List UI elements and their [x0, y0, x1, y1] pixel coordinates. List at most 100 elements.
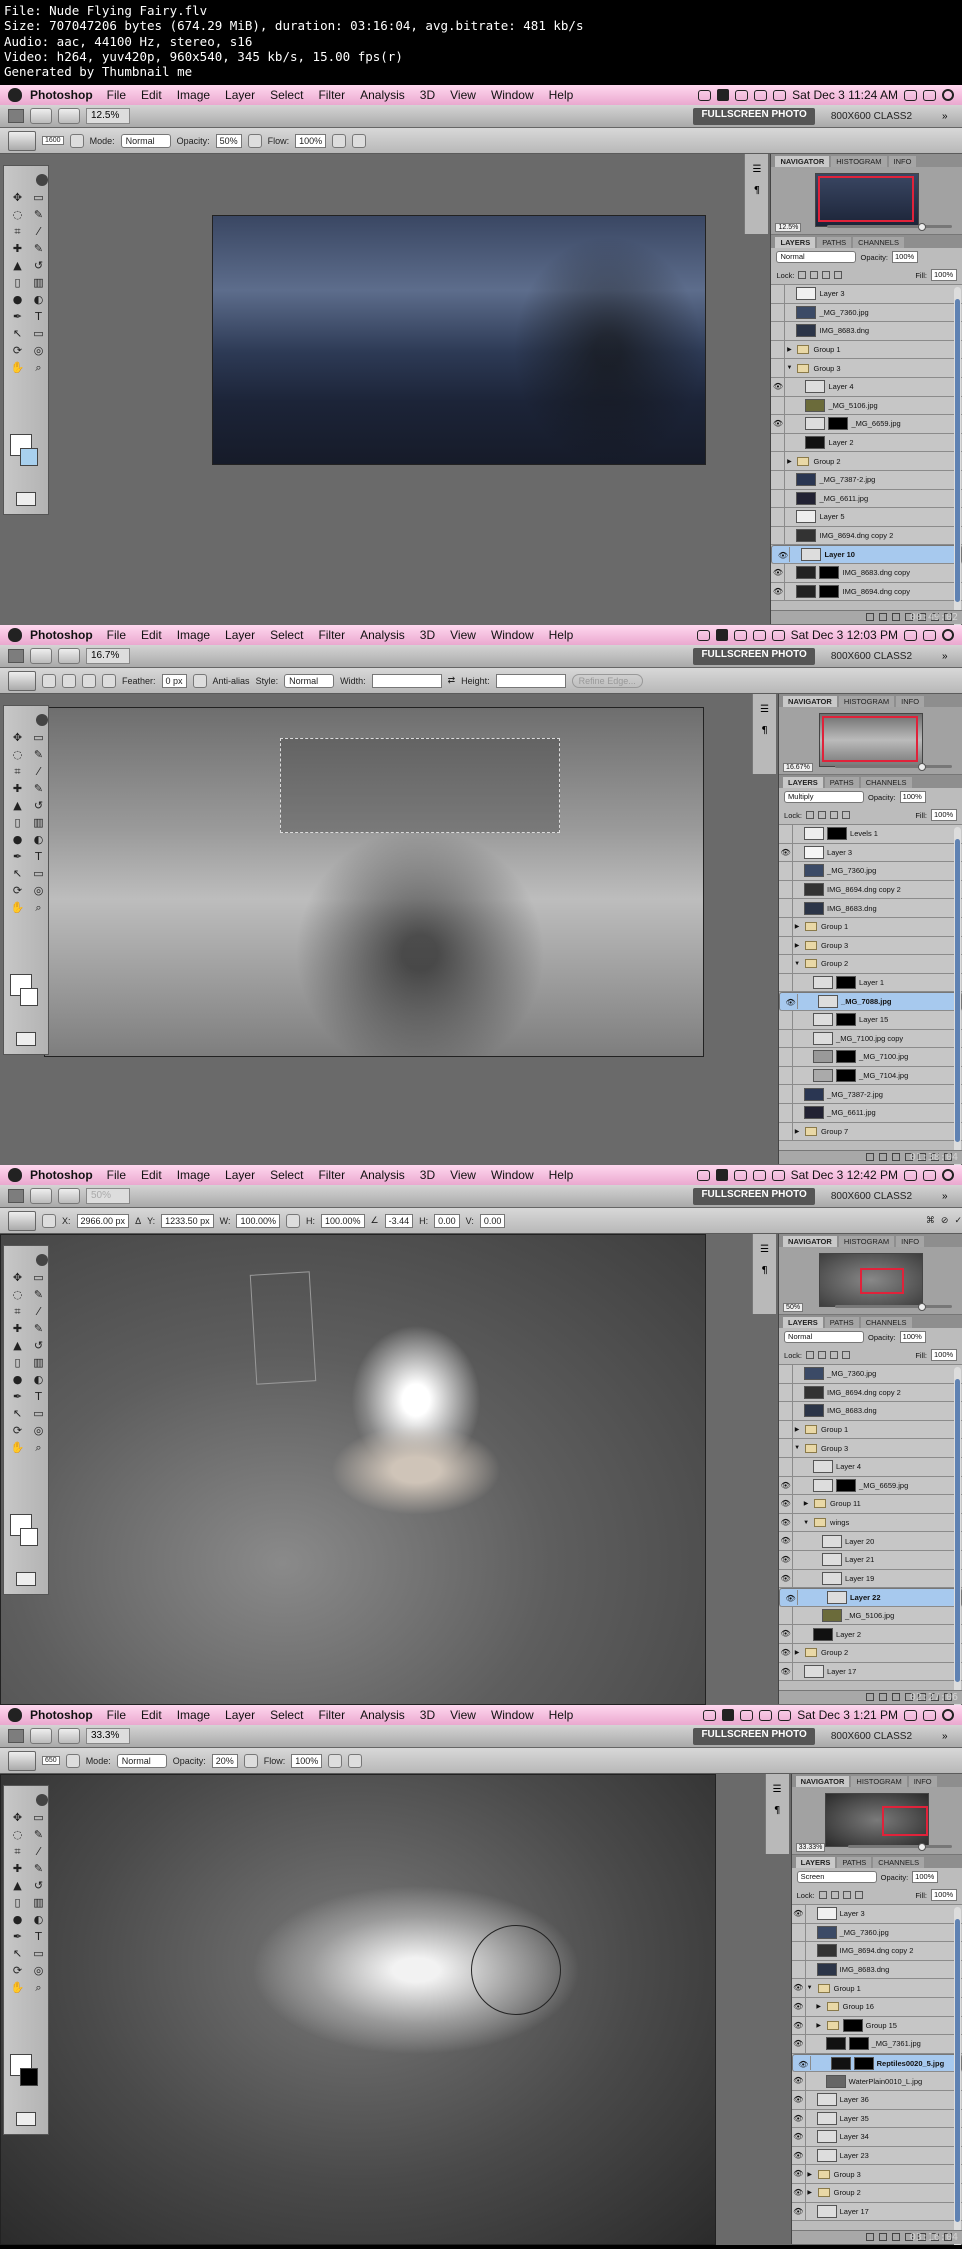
layer-thumbnail[interactable]: [816, 1907, 837, 1921]
menu-view[interactable]: View: [450, 628, 476, 642]
battery-icon[interactable]: [773, 89, 787, 101]
3d-orbit-tool-icon[interactable]: ◎: [29, 343, 48, 359]
visibility-eye-icon[interactable]: [792, 1960, 806, 1979]
group-collapsed-icon[interactable]: ▶: [806, 2189, 814, 2196]
app-menu[interactable]: Photoshop: [30, 1708, 93, 1722]
quick-mask-icon[interactable]: [16, 1032, 36, 1046]
navigator-view-box[interactable]: [882, 1806, 929, 1836]
eyedropper-tool-icon[interactable]: ⁄: [29, 764, 48, 780]
layer-row[interactable]: 👁 Layer 4: [771, 377, 962, 397]
quick-mask-icon[interactable]: [16, 1572, 36, 1586]
layer-thumbnail[interactable]: [825, 2074, 846, 2088]
visibility-eye-icon[interactable]: 👁: [792, 1905, 806, 1923]
document-canvas[interactable]: [0, 1774, 716, 2245]
blend-mode-select[interactable]: Normal: [784, 1331, 865, 1343]
menu-3d[interactable]: 3D: [420, 1168, 435, 1182]
navigator-zoom-slider[interactable]: [827, 225, 952, 228]
marquee-tool-icon[interactable]: ▭: [29, 730, 48, 746]
layer-row[interactable]: 👁 _MG_6659.jpg: [771, 415, 962, 434]
lock-pixels-icon[interactable]: [810, 271, 819, 279]
visibility-eye-icon[interactable]: 👁: [792, 1979, 806, 1997]
layer-mask-thumbnail[interactable]: [842, 2018, 863, 2032]
gradient-tool-icon[interactable]: ▥: [29, 1355, 48, 1371]
layer-thumbnail[interactable]: [804, 1087, 825, 1101]
dodge-tool-icon[interactable]: ◐: [29, 292, 48, 308]
layer-opacity-field[interactable]: 100%: [912, 1871, 939, 1883]
visibility-eye-icon[interactable]: [779, 899, 794, 917]
visibility-eye-icon[interactable]: 👁: [779, 1625, 794, 1643]
path-select-tool-icon[interactable]: ↖: [8, 326, 27, 342]
layer-thumbnail[interactable]: [796, 473, 817, 487]
view-extras-button[interactable]: [30, 648, 52, 664]
tab-navigator[interactable]: NAVIGATOR: [783, 1236, 837, 1247]
pen-tool-icon[interactable]: ✒: [8, 1389, 27, 1405]
badge-icon[interactable]: [722, 1709, 735, 1721]
layer-row[interactable]: _MG_7360.jpg: [771, 303, 962, 323]
visibility-eye-icon[interactable]: [771, 396, 786, 415]
layer-thumbnail[interactable]: [813, 976, 834, 990]
3d-rotate-tool-icon[interactable]: ⟳: [8, 343, 27, 359]
layer-row[interactable]: _MG_7360.jpg: [779, 1365, 962, 1384]
brush-opacity-field[interactable]: 20%: [211, 1753, 238, 1768]
visibility-eye-icon[interactable]: [779, 1103, 794, 1122]
y-field[interactable]: 1233.50 px: [161, 1213, 214, 1228]
layer-mask-thumbnail[interactable]: [819, 566, 840, 580]
tab-paths[interactable]: PATHS: [837, 1857, 872, 1868]
move-tool-icon[interactable]: ✥: [8, 730, 27, 746]
layer-fill-field[interactable]: 100%: [931, 269, 957, 281]
layer-thumbnail[interactable]: [818, 995, 839, 1009]
navigator-zoom-field[interactable]: 12.5%: [775, 223, 802, 232]
menu-analysis[interactable]: Analysis: [360, 1708, 405, 1722]
visibility-eye-icon[interactable]: [792, 1942, 806, 1960]
layer-row[interactable]: 👁 IMG_8694.dng copy: [771, 582, 962, 602]
layer-row[interactable]: Layer 15: [779, 1010, 962, 1030]
paragraph-dock-icon[interactable]: ¶: [753, 725, 776, 736]
group-collapsed-icon[interactable]: ▶: [815, 2003, 823, 2010]
airbrush-icon[interactable]: [332, 133, 347, 148]
navigator-zoom-field[interactable]: 50%: [783, 1303, 804, 1312]
tab-histogram[interactable]: HISTOGRAM: [838, 1236, 895, 1247]
layer-thumbnail[interactable]: [813, 1478, 834, 1492]
lock-transparency-icon[interactable]: [798, 271, 807, 279]
group-collapsed-icon[interactable]: ▶: [793, 1426, 801, 1433]
layers-scrollbar[interactable]: [954, 287, 961, 625]
zoom-level-field[interactable]: 16.7%: [86, 648, 130, 664]
layer-group-row[interactable]: 👁 ▶ Group 2: [791, 2183, 962, 2203]
menu-file[interactable]: File: [107, 88, 126, 102]
airbrush-icon[interactable]: [328, 1753, 343, 1768]
tools-collapse-icon[interactable]: [36, 1794, 48, 1806]
layer-mask-thumbnail[interactable]: [836, 976, 857, 990]
layer-row[interactable]: Layer 5: [771, 508, 962, 527]
app-menu[interactable]: Photoshop: [30, 88, 93, 102]
eraser-tool-icon[interactable]: ▯: [8, 1355, 27, 1371]
pressure-size-icon[interactable]: [352, 133, 367, 148]
layer-group-row[interactable]: ▼ Group 3: [771, 359, 962, 378]
shape-tool-icon[interactable]: ▭: [29, 326, 48, 342]
menu-edit[interactable]: Edit: [141, 1168, 162, 1182]
menu-view[interactable]: View: [450, 88, 476, 102]
hand-tool-icon[interactable]: ✋: [8, 1980, 27, 1996]
group-collapsed-icon[interactable]: ▶: [785, 346, 793, 353]
background-color-swatch[interactable]: [20, 2068, 38, 2086]
visibility-eye-icon[interactable]: 👁: [779, 1662, 794, 1681]
layer-row[interactable]: Layer 2: [771, 433, 962, 453]
layer-thumbnail[interactable]: [796, 529, 817, 543]
layer-row[interactable]: 👁 IMG_8683.dng copy: [771, 563, 962, 583]
layer-thumbnail[interactable]: [816, 2204, 837, 2218]
brush-tool-icon[interactable]: ✎: [29, 781, 48, 797]
layer-row[interactable]: _MG_7387-2.jpg: [779, 1085, 962, 1104]
navigator-thumbnail[interactable]: [819, 1253, 924, 1307]
3d-orbit-tool-icon[interactable]: ◎: [29, 1423, 48, 1439]
group-collapsed-icon[interactable]: ▶: [785, 458, 793, 465]
visibility-eye-icon[interactable]: [779, 1606, 794, 1625]
zoom-tool-icon[interactable]: ⌕: [29, 1440, 48, 1456]
tool-preset-picker[interactable]: [8, 1210, 36, 1231]
view-extras-button[interactable]: [30, 1728, 52, 1744]
pressure-opacity-icon[interactable]: [247, 133, 262, 148]
history-dock-icon[interactable]: ☰: [753, 704, 776, 715]
timemachine-icon[interactable]: [759, 1709, 773, 1721]
refine-edge-button[interactable]: Refine Edge...: [571, 673, 643, 688]
type-tool-icon[interactable]: T: [29, 849, 48, 865]
layer-thumbnail[interactable]: [813, 1050, 834, 1064]
workspace-more-icon[interactable]: »: [942, 651, 952, 662]
